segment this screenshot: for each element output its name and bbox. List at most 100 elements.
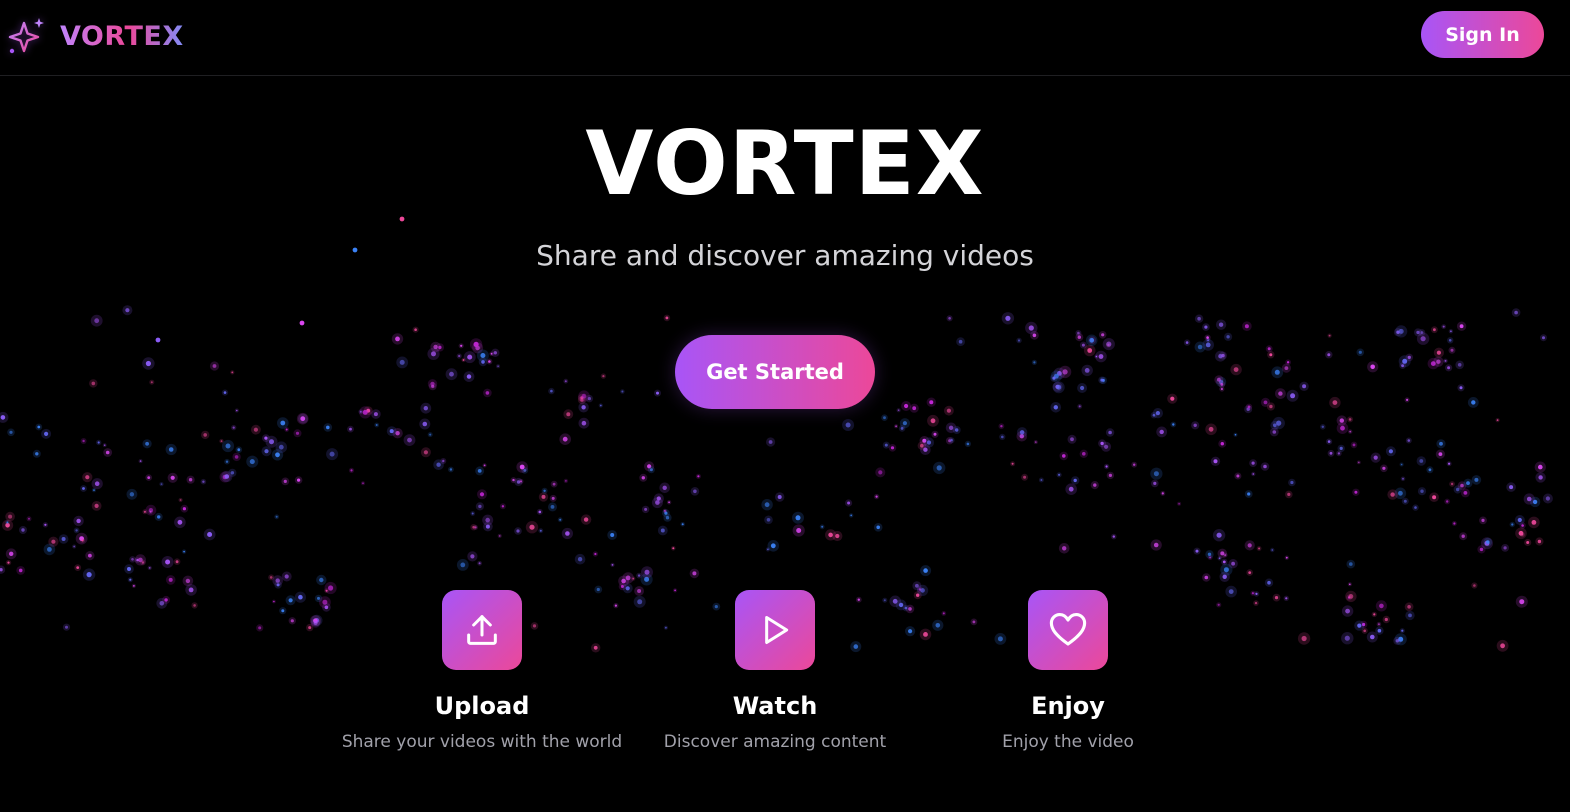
particle xyxy=(91,381,96,386)
particle xyxy=(1197,316,1201,321)
particle xyxy=(1161,492,1164,495)
particle xyxy=(1327,440,1331,443)
particle xyxy=(796,528,802,533)
particle xyxy=(497,365,499,368)
particle xyxy=(1082,452,1086,456)
particle xyxy=(581,420,587,426)
particle xyxy=(431,384,435,388)
particle xyxy=(1438,452,1443,456)
particle xyxy=(1377,623,1380,626)
particle xyxy=(577,557,583,562)
particle xyxy=(175,560,179,564)
particle xyxy=(157,515,161,519)
particle xyxy=(471,512,474,515)
particle xyxy=(8,514,13,519)
upload-icon[interactable] xyxy=(442,590,522,670)
particle xyxy=(693,489,697,494)
particle xyxy=(1271,549,1274,551)
particle xyxy=(1269,404,1273,409)
particle xyxy=(493,351,497,355)
particle xyxy=(1033,361,1036,364)
particle xyxy=(478,504,482,509)
particle xyxy=(1035,441,1037,443)
particle xyxy=(516,529,520,533)
particle xyxy=(1276,420,1282,426)
particle xyxy=(82,439,85,443)
particle xyxy=(97,441,100,444)
particle xyxy=(165,559,171,565)
particle xyxy=(480,353,486,358)
particle xyxy=(1108,430,1112,435)
particle xyxy=(1217,377,1221,382)
particle xyxy=(1112,535,1116,538)
get-started-button[interactable]: Get Started xyxy=(675,335,875,409)
particle xyxy=(76,518,81,524)
particle xyxy=(1032,333,1037,338)
particle xyxy=(1395,639,1400,643)
feature-watch: Watch Discover amazing content xyxy=(625,590,925,752)
particle xyxy=(313,620,318,625)
particle xyxy=(300,416,306,422)
particle xyxy=(1258,547,1261,550)
particle xyxy=(1373,455,1378,460)
particle xyxy=(1398,328,1404,334)
feature-upload: Upload Share your videos with the world xyxy=(332,590,632,752)
particle xyxy=(1155,411,1160,416)
particle xyxy=(185,578,191,584)
particle xyxy=(902,421,908,426)
particle xyxy=(1354,490,1358,494)
particle xyxy=(373,412,378,417)
particle xyxy=(1195,549,1199,553)
particle xyxy=(1078,405,1081,408)
particle xyxy=(94,318,100,324)
particle xyxy=(821,525,824,528)
particle xyxy=(1053,405,1059,410)
particle xyxy=(160,483,163,485)
particle xyxy=(395,336,400,342)
play-icon[interactable] xyxy=(735,590,815,670)
particle xyxy=(1407,355,1411,359)
particle xyxy=(637,574,641,577)
particle xyxy=(1473,584,1476,587)
particle xyxy=(170,475,175,480)
particle xyxy=(399,216,405,222)
particle xyxy=(1379,603,1384,609)
particle xyxy=(1519,599,1525,605)
particle xyxy=(1251,592,1254,595)
particle xyxy=(599,404,602,407)
particle xyxy=(168,447,174,452)
particle xyxy=(458,354,461,358)
particle xyxy=(407,437,412,443)
particle xyxy=(1062,454,1066,458)
particle xyxy=(1080,385,1085,391)
heart-icon[interactable] xyxy=(1028,590,1108,670)
particle xyxy=(477,469,482,473)
particle xyxy=(697,475,700,478)
particle xyxy=(1213,459,1218,464)
particle xyxy=(1218,322,1224,327)
particle xyxy=(1284,366,1289,370)
sign-in-button[interactable]: Sign In xyxy=(1421,11,1544,58)
particle xyxy=(349,427,352,431)
logo[interactable]: VORTEX xyxy=(6,15,184,57)
particle xyxy=(1414,506,1417,509)
particle xyxy=(1390,492,1395,497)
particle xyxy=(225,460,229,463)
feature-title: Enjoy xyxy=(1031,692,1105,720)
particle xyxy=(150,381,153,384)
particle xyxy=(926,440,932,445)
particle xyxy=(1400,463,1403,466)
particle xyxy=(936,465,942,471)
particle xyxy=(470,554,475,559)
particle xyxy=(1388,449,1393,454)
particle xyxy=(1349,583,1351,586)
particle xyxy=(1302,384,1307,389)
particle xyxy=(429,433,432,436)
particle xyxy=(1531,520,1537,525)
particle xyxy=(641,476,645,480)
particle xyxy=(1023,475,1027,479)
particle xyxy=(288,598,293,603)
particle xyxy=(433,344,438,350)
particle xyxy=(1500,643,1505,649)
particle xyxy=(7,561,10,564)
